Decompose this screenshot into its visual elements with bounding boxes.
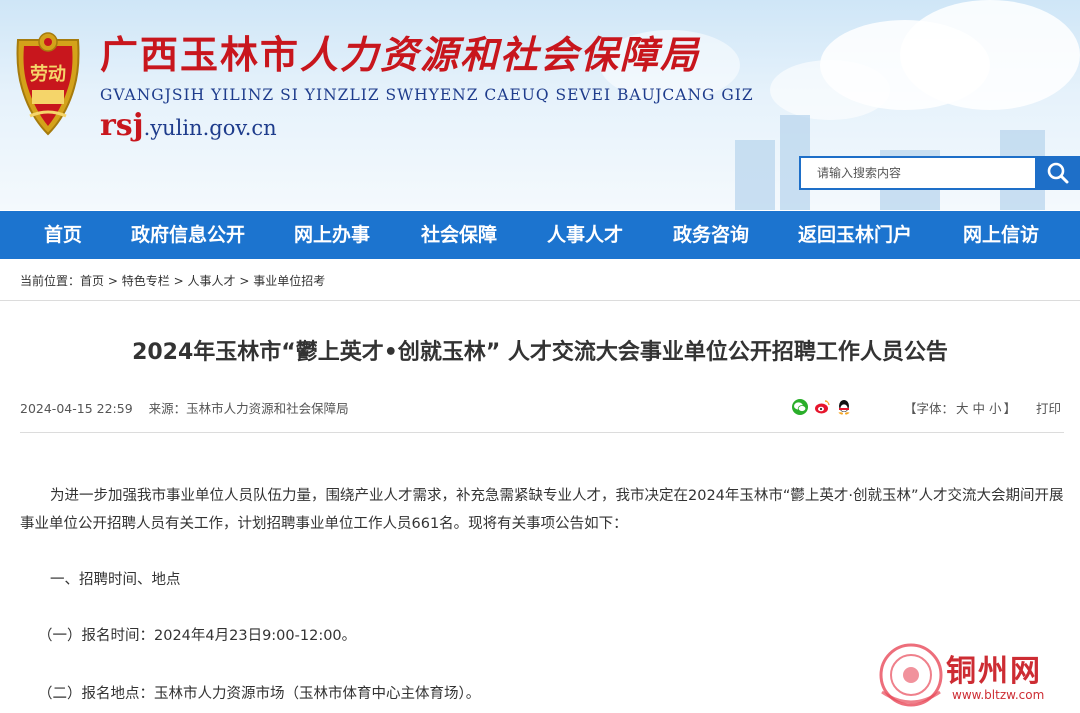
search-input[interactable] [799, 156, 1035, 190]
watermark-seal-icon [879, 643, 943, 707]
cloud-decoration [770, 60, 890, 120]
search-button[interactable] [1035, 156, 1080, 190]
font-size-label-close: 】 [1003, 401, 1017, 416]
breadcrumb-separator: > [107, 274, 118, 288]
breadcrumb-personnel[interactable]: 人事人才 [187, 274, 235, 288]
site-domain-prefix: rsj [100, 108, 144, 143]
nav-item-gov-info[interactable]: 政府信息公开 [131, 211, 245, 259]
nav-item-social-security[interactable]: 社会保障 [421, 211, 497, 259]
site-title: 广西玉林市人力资源和社会保障局 [100, 24, 700, 79]
watermark: 铜州网 www.bltzw.com [876, 640, 1076, 713]
labor-emblem-logo: 劳动 [8, 28, 88, 140]
site-domain: rsj.yulin.gov.cn [100, 108, 277, 143]
site-title-city: 广西玉林市 [100, 32, 301, 77]
breadcrumb-separator: > [239, 274, 250, 288]
qq-icon[interactable] [836, 399, 852, 415]
emblem-lettering: 劳动 [30, 63, 66, 85]
font-size-label-open: 【字体： [904, 401, 955, 416]
publish-date: 2024-04-15 22:59 [20, 401, 133, 416]
share-icons [792, 399, 852, 415]
nav-item-online-services[interactable]: 网上办事 [294, 211, 370, 259]
wechat-icon[interactable] [792, 399, 808, 415]
article-section-heading: 一、招聘时间、地点 [50, 572, 181, 588]
breadcrumb-prefix: 当前位置： [20, 274, 81, 288]
article-paragraph: 为进一步加强我市事业单位人员队伍力量，围绕产业人才需求，补充急需紧缺专业人才，我… [20, 488, 1064, 532]
breadcrumb-home[interactable]: 首页 [80, 274, 104, 288]
cloud-decoration [900, 0, 1080, 110]
font-size-switcher: 【字体：大中小】 [904, 398, 1016, 417]
weibo-icon[interactable] [814, 399, 830, 415]
nav-item-yulin-portal[interactable]: 返回玉林门户 [798, 211, 912, 259]
building-decoration [735, 140, 775, 210]
article-title: 2024年玉林市“鬱上英才•创就玉林” 人才交流大会事业单位公开招聘工作人员公告 [132, 340, 948, 365]
search-icon [1047, 162, 1068, 184]
breadcrumb-separator: > [173, 274, 184, 288]
font-size-large[interactable]: 大 [956, 401, 969, 416]
search-box [799, 156, 1080, 190]
header-banner: 劳动 广西玉林市人力资源和社会保障局 GVANGJSIH YILINZ SI Y… [0, 0, 1080, 210]
nav-item-home[interactable]: 首页 [44, 211, 82, 259]
main-nav: 首页 政府信息公开 网上办事 社会保障 人事人才 政务咨询 返回玉林门户 网上信… [0, 211, 1080, 259]
font-size-small[interactable]: 小 [989, 401, 1002, 416]
breadcrumb-special-column[interactable]: 特色专栏 [122, 274, 170, 288]
site-domain-suffix: .yulin.gov.cn [143, 116, 277, 140]
nav-item-petition[interactable]: 网上信访 [963, 211, 1039, 259]
nav-item-personnel-talent[interactable]: 人事人才 [547, 211, 623, 259]
article-source: 来源：玉林市人力资源和社会保障局 [148, 401, 349, 416]
watermark-name: 铜州网 [946, 654, 1042, 689]
divider [20, 432, 1064, 433]
site-subtitle-zhuang: GVANGJSIH YILINZ SI YINZLIZ SWHYENZ CAEU… [100, 86, 754, 104]
site-title-bureau: 人力资源和社会保障局 [300, 32, 701, 77]
watermark-url: www.bltzw.com [952, 688, 1045, 702]
print-link[interactable]: 打印 [1036, 398, 1061, 417]
article-meta: 2024-04-15 22:59 来源：玉林市人力资源和社会保障局 [20, 398, 349, 417]
breadcrumb: 当前位置：首页 > 特色专栏 > 人事人才 > 事业单位招考 [20, 272, 325, 289]
font-size-medium[interactable]: 中 [973, 401, 986, 416]
divider [0, 300, 1080, 301]
nav-item-consultation[interactable]: 政务咨询 [673, 211, 749, 259]
breadcrumb-recruitment[interactable]: 事业单位招考 [253, 274, 325, 288]
